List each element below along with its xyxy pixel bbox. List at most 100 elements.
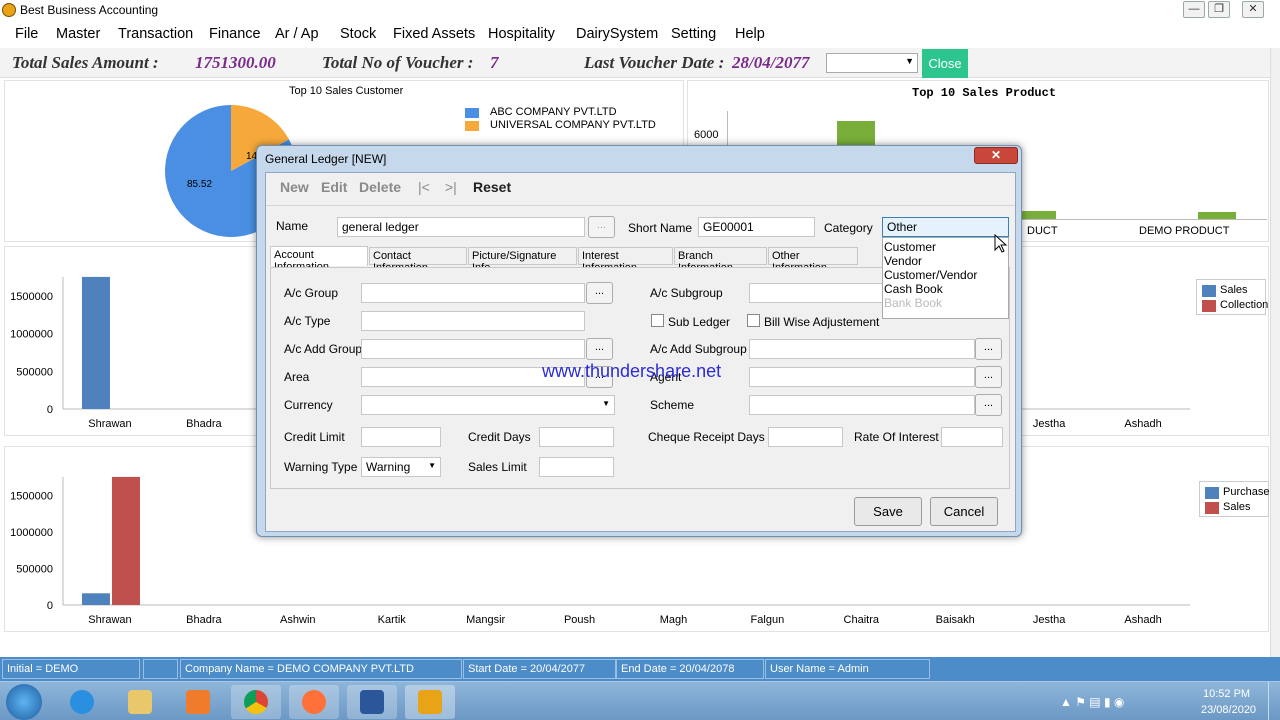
sub-ledger-checkbox[interactable] <box>651 314 664 327</box>
tab-other-information[interactable]: Other Information <box>768 247 858 274</box>
cheque-receipt-days-label: Cheque Receipt Days <box>648 430 765 444</box>
purchase-sales-xtick: Shrawan <box>88 614 131 626</box>
warning-type-label: Warning Type <box>284 460 358 474</box>
start-button-icon[interactable] <box>6 684 42 720</box>
bill-wise-checkbox[interactable] <box>747 314 760 327</box>
category-option-cash-book[interactable]: Cash Book <box>884 282 943 296</box>
ie-taskbar-icon[interactable] <box>57 685 107 719</box>
category-option-vendor[interactable]: Vendor <box>884 254 922 268</box>
tab-picture-signature-info[interactable]: Picture/Signature Info <box>468 247 577 274</box>
short-name-label: Short Name <box>628 221 693 235</box>
menu-fixed-assets[interactable]: Fixed Assets <box>393 26 475 42</box>
category-select[interactable]: Other <box>882 217 1009 237</box>
purchase-sales-xtick: Ashadh <box>1124 614 1161 626</box>
sales-collection-xtick: Ashadh <box>1124 418 1161 430</box>
purchase-sales-xtick: Chaitra <box>844 614 880 626</box>
credit-days-input[interactable] <box>539 427 614 447</box>
ac-add-subgroup-input[interactable] <box>749 339 975 359</box>
tray-date: 23/08/2020 <box>1201 704 1257 716</box>
chevron-down-icon: ▼ <box>905 56 914 66</box>
ac-add-group-browse-button[interactable]: ... <box>586 338 613 360</box>
menu-help[interactable]: Help <box>735 26 765 42</box>
cancel-button[interactable]: Cancel <box>930 497 998 526</box>
cheque-receipt-days-input[interactable] <box>768 427 843 447</box>
toolbar-first[interactable]: |< <box>418 179 430 195</box>
save-button[interactable]: Save <box>854 497 922 526</box>
category-option-customer[interactable]: Customer <box>884 240 936 254</box>
menu-master[interactable]: Master <box>56 26 100 42</box>
tab-account-information[interactable]: Account Information <box>270 246 368 273</box>
menu-dairysystem[interactable]: DairySystem <box>576 26 658 42</box>
purchase-sales-ytick: 500000 <box>16 563 53 575</box>
vertical-scrollbar[interactable] <box>1270 48 1280 658</box>
purchase-sales-legend: Purchase Sales <box>1199 481 1269 517</box>
media-player-taskbar-icon[interactable] <box>173 685 223 719</box>
category-option-bank-book[interactable]: Bank Book <box>884 296 942 310</box>
close-dashboard-button[interactable]: Close <box>922 49 968 78</box>
tray-icons[interactable]: ▲ ⚑ ▤ ▮ ◉ <box>1060 695 1124 709</box>
close-window-button[interactable]: ✕ <box>1242 1 1264 18</box>
short-name-input[interactable]: GE00001 <box>698 217 815 237</box>
menu-setting[interactable]: Setting <box>671 26 716 42</box>
tab-interest-information[interactable]: Interest Information <box>578 247 673 274</box>
menu-transaction[interactable]: Transaction <box>118 26 193 42</box>
status-bar: Initial = DEMO Company Name = DEMO COMPA… <box>0 657 1280 681</box>
name-label: Name <box>276 219 309 233</box>
explorer-taskbar-icon[interactable] <box>115 685 165 719</box>
ac-type-input[interactable] <box>361 311 585 331</box>
toolbar-new[interactable]: New <box>280 179 309 195</box>
toolbar-last[interactable]: >| <box>445 179 457 195</box>
rate-of-interest-input[interactable] <box>941 427 1003 447</box>
menu-file[interactable]: File <box>15 26 38 42</box>
ac-group-browse-button[interactable]: ... <box>586 282 613 304</box>
purchase-sales-xtick: Baisakh <box>936 614 975 626</box>
toolbar-reset[interactable]: Reset <box>473 179 511 195</box>
status-initial: Initial = DEMO <box>2 659 140 679</box>
warning-type-select[interactable]: Warning ▼ <box>361 457 441 477</box>
currency-select[interactable]: ▼ <box>361 395 615 415</box>
menu-ar-ap[interactable]: Ar / Ap <box>275 26 319 42</box>
accounting-app-taskbar-icon[interactable] <box>405 685 455 719</box>
sales-limit-label: Sales Limit <box>468 460 527 474</box>
dialog-close-button[interactable]: ✕ <box>974 147 1018 164</box>
product-bar-3 <box>1198 212 1236 219</box>
ac-group-input[interactable] <box>361 283 585 303</box>
minimize-button[interactable]: — <box>1183 1 1205 18</box>
agent-input[interactable] <box>749 367 975 387</box>
purchase-sales-xtick: Poush <box>564 614 595 626</box>
menu-finance[interactable]: Finance <box>209 26 261 42</box>
toolbar-edit[interactable]: Edit <box>321 179 347 195</box>
menu-hospitality[interactable]: Hospitality <box>488 26 555 42</box>
firefox-taskbar-icon[interactable] <box>289 685 339 719</box>
tab-contact-information[interactable]: Contact Information <box>369 247 467 274</box>
scheme-browse-button[interactable]: ... <box>975 394 1002 416</box>
ac-group-label: A/c Group <box>284 286 339 300</box>
bill-wise-label: Bill Wise Adjustement <box>764 315 880 329</box>
maximize-button[interactable]: ❐ <box>1208 1 1230 18</box>
ac-add-subgroup-browse-button[interactable]: ... <box>975 338 1002 360</box>
agent-browse-button[interactable]: ... <box>975 366 1002 388</box>
credit-limit-input[interactable] <box>361 427 441 447</box>
scheme-input[interactable] <box>749 395 975 415</box>
menu-stock[interactable]: Stock <box>340 26 376 42</box>
word-taskbar-icon[interactable] <box>347 685 397 719</box>
sales-collection-ytick: 0 <box>47 404 53 416</box>
show-desktop-button[interactable] <box>1268 682 1280 720</box>
name-browse-button[interactable]: ... <box>588 216 615 238</box>
chrome-taskbar-icon[interactable] <box>231 685 281 719</box>
product-xlabel-2: DEMO PRODUCT <box>1139 225 1230 237</box>
category-option-customer-vendor[interactable]: Customer/Vendor <box>884 268 977 282</box>
toolbar-delete[interactable]: Delete <box>359 179 401 195</box>
product-bar-2 <box>1018 211 1056 219</box>
period-dropdown[interactable]: ▼ <box>826 53 918 73</box>
last-voucher-date-label: Last Voucher Date : <box>584 53 725 72</box>
tab-branch-information[interactable]: Branch Information <box>674 247 767 274</box>
ac-subgroup-label: A/c Subgroup <box>650 286 723 300</box>
tray-time: 10:52 PM <box>1203 688 1251 700</box>
window-titlebar: Best Business Accounting — ❐ ✕ <box>0 0 1280 22</box>
name-input[interactable]: general ledger <box>337 217 585 237</box>
sales-limit-input[interactable] <box>539 457 614 477</box>
category-dropdown-list: Customer Vendor Customer/Vendor Cash Boo… <box>882 237 1009 319</box>
ac-add-group-input[interactable] <box>361 339 585 359</box>
rate-of-interest-label: Rate Of Interest <box>854 430 939 444</box>
